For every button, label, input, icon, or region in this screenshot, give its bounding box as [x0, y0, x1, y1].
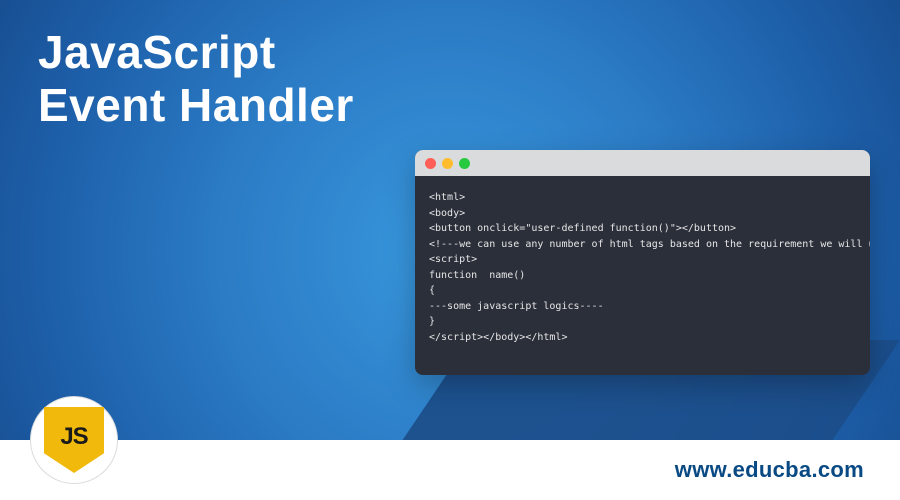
title-line-1: JavaScript [38, 26, 354, 79]
title-line-2: Event Handler [38, 79, 354, 132]
javascript-shield-icon: JS [44, 407, 104, 473]
code-line: </script></body></html> [429, 332, 567, 343]
code-body: <html> <body> <button onclick="user-defi… [415, 176, 870, 355]
code-line: <!---we can use any number of html tags … [429, 239, 870, 250]
shield-shape: JS [44, 407, 104, 473]
logo-text: JS [60, 423, 87, 457]
code-line: <html> [429, 192, 465, 203]
close-icon [425, 158, 436, 169]
code-line: function name() [429, 270, 525, 281]
footer-bar: www.educba.com [0, 440, 900, 500]
footer-url: www.educba.com [675, 457, 864, 483]
maximize-icon [459, 158, 470, 169]
code-window: <html> <body> <button onclick="user-defi… [415, 150, 870, 375]
logo-circle: JS [30, 396, 118, 484]
window-titlebar [415, 150, 870, 176]
page-title: JavaScript Event Handler [38, 26, 354, 132]
code-line: ---some javascript logics---- [429, 301, 604, 312]
code-line: <script> [429, 254, 477, 265]
minimize-icon [442, 158, 453, 169]
code-line: } [429, 316, 435, 327]
code-line: <body> [429, 208, 465, 219]
code-line: <button onclick="user-defined function()… [429, 223, 736, 234]
code-line: { [429, 285, 435, 296]
banner-stage: JavaScript Event Handler <html> <body> <… [0, 0, 900, 500]
